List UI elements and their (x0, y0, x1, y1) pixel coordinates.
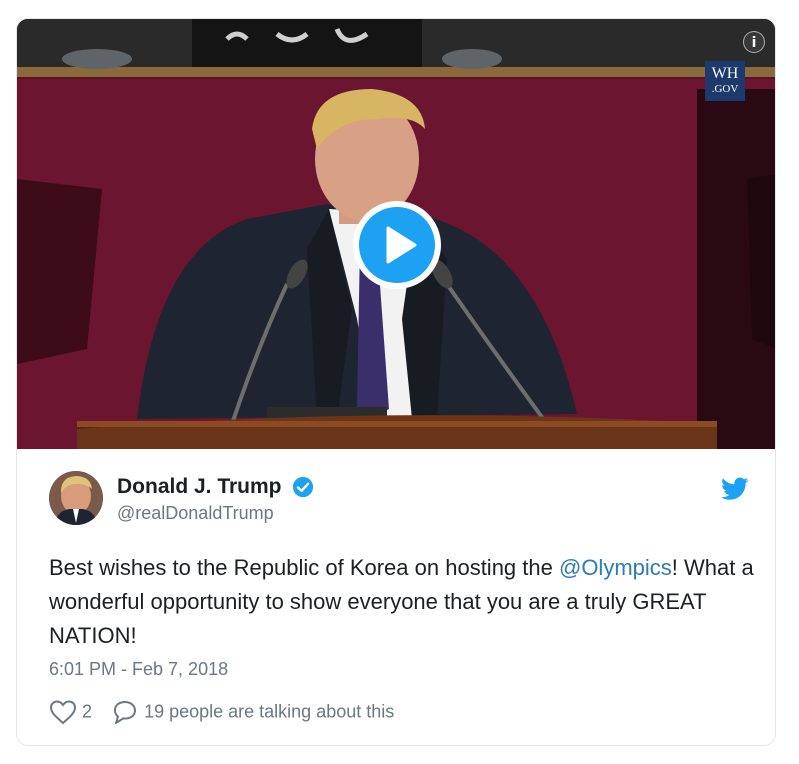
play-button[interactable] (353, 201, 441, 289)
video-player[interactable]: i WH .GOV (17, 19, 775, 449)
olympics-mention-link[interactable]: @Olympics (559, 555, 672, 580)
play-icon (386, 226, 417, 264)
wh-gov-watermark: WH .GOV (705, 61, 745, 101)
tweet-embed-card: i WH .GOV Donald J. Trump @realDonaldTru… (16, 18, 776, 746)
tweet-header: Donald J. Trump @realDonaldTrump (49, 471, 749, 531)
reply-bubble-icon (114, 701, 137, 724)
watermark-line2: .GOV (711, 83, 739, 95)
tweet-text-part1: Best wishes to the Republic of Korea on … (49, 555, 559, 580)
tweet-actions: 2 19 people are talking about this (49, 699, 394, 729)
like-count: 2 (82, 701, 93, 722)
conversation-action[interactable]: 19 people are talking about this (111, 699, 394, 725)
like-action[interactable]: 2 (49, 699, 92, 725)
verified-icon (292, 476, 314, 498)
avatar-image (49, 471, 103, 525)
info-icon[interactable]: i (743, 31, 765, 53)
author-display-name[interactable]: Donald J. Trump (117, 475, 282, 499)
conversation-count-text: 19 people are talking about this (144, 701, 395, 722)
heart-icon (49, 700, 77, 725)
twitter-bird-icon[interactable] (721, 477, 749, 501)
tweet-text: Best wishes to the Republic of Korea on … (49, 551, 759, 653)
author-info: Donald J. Trump @realDonaldTrump (117, 475, 314, 524)
watermark-line1: WH (711, 65, 739, 82)
tweet-timestamp[interactable]: 6:01 PM - Feb 7, 2018 (49, 659, 228, 680)
author-handle[interactable]: @realDonaldTrump (117, 503, 314, 524)
avatar[interactable] (49, 471, 103, 525)
